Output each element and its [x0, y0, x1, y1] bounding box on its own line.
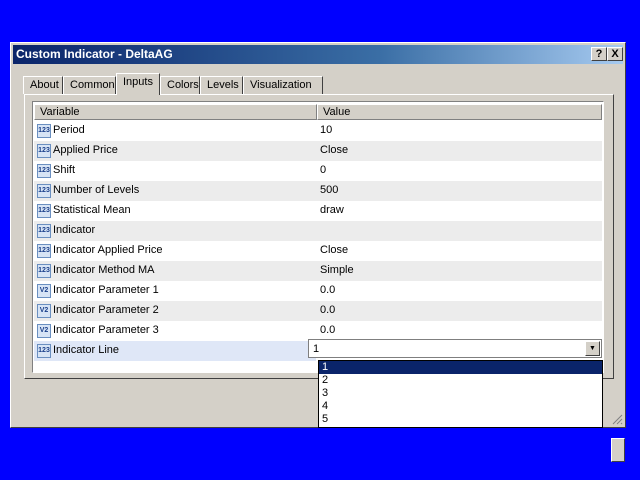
tab-levels[interactable]: Levels [200, 76, 243, 94]
variable-value[interactable]: Simple [320, 264, 354, 276]
variable-name: Indicator [53, 224, 96, 236]
integer-icon: 123 [37, 344, 51, 358]
grid-row[interactable]: 123 Indicator Method MA Simple [34, 261, 602, 281]
variable-value[interactable]: 0.0 [320, 324, 335, 336]
grid-row[interactable]: 123 Indicator [34, 221, 602, 241]
double-icon: V2 [37, 304, 51, 318]
variable-name: Statistical Mean [53, 204, 131, 216]
column-header-value[interactable]: Value [317, 104, 602, 120]
variable-value[interactable]: Close [320, 144, 348, 156]
variable-name: Indicator Method MA [53, 264, 155, 276]
grid-row[interactable]: 123 Indicator Applied Price Close [34, 241, 602, 261]
variable-name: Indicator Applied Price [53, 244, 163, 256]
integer-icon: 123 [37, 144, 51, 158]
column-header-variable[interactable]: Variable [34, 104, 317, 120]
tab-visualization[interactable]: Visualization [243, 76, 323, 94]
tab-label: Common [70, 79, 115, 91]
variable-name: Shift [53, 164, 76, 176]
variable-value[interactable]: 0 [320, 164, 326, 176]
window-title: Custom Indicator - DeltaAG [16, 47, 173, 61]
variable-value[interactable]: draw [320, 204, 344, 216]
double-icon: V2 [37, 324, 51, 338]
integer-icon: 123 [37, 124, 51, 138]
integer-icon: 123 [37, 184, 51, 198]
variable-name: Applied Price [53, 144, 118, 156]
tab-common[interactable]: Common [63, 76, 116, 94]
variable-name: Indicator Line [53, 344, 120, 356]
variable-name: Number of Levels [53, 184, 140, 196]
grid-row[interactable]: V2 Indicator Parameter 2 0.0 [34, 301, 602, 321]
integer-icon: 123 [37, 264, 51, 278]
integer-icon: 123 [37, 224, 51, 238]
close-button[interactable]: X [607, 47, 623, 61]
grid-row[interactable]: 123 Statistical Mean draw [34, 201, 602, 221]
integer-icon: 123 [37, 244, 51, 258]
dropdown-option[interactable]: 5 [319, 413, 602, 426]
chevron-down-icon[interactable]: ▼ [585, 341, 600, 356]
tab-inputs[interactable]: Inputs [116, 73, 160, 95]
tab-label: Visualization [250, 79, 312, 91]
variable-name: Indicator Parameter 3 [53, 324, 159, 336]
inputs-grid: Variable Value 123 Period 10 123 Applied P… [32, 101, 604, 373]
double-icon: V2 [37, 284, 51, 298]
tab-label: About [30, 79, 59, 91]
tab-label: Inputs [123, 76, 153, 88]
tab-label: Levels [207, 79, 239, 91]
grid-row[interactable]: 123 Period 10 [34, 121, 602, 141]
grid-row[interactable]: V2 Indicator Parameter 1 0.0 [34, 281, 602, 301]
integer-icon: 123 [37, 204, 51, 218]
indicator-line-dropdown-list: 1 2 3 4 5 [318, 360, 603, 428]
dropdown-option[interactable]: 3 [319, 387, 602, 400]
dropdown-option[interactable]: 4 [319, 400, 602, 413]
variable-value[interactable]: 10 [320, 124, 332, 136]
grid-row[interactable]: 123 Applied Price Close [34, 141, 602, 161]
variable-name: Indicator Parameter 2 [53, 304, 159, 316]
variable-value[interactable]: 0.0 [320, 284, 335, 296]
grid-row[interactable]: 123 Shift 0 [34, 161, 602, 181]
dropdown-option[interactable]: 1 [319, 361, 602, 374]
help-button[interactable]: ? [591, 47, 607, 61]
tab-colors[interactable]: Colors [160, 76, 200, 94]
tab-about[interactable]: About [23, 76, 63, 94]
variable-name: Indicator Parameter 1 [53, 284, 159, 296]
dropdown-option[interactable]: 2 [319, 374, 602, 387]
grid-header: Variable Value [34, 104, 602, 120]
select-value: 1 [313, 343, 320, 355]
grid-row[interactable]: V2 Indicator Parameter 3 0.0 [34, 321, 602, 341]
variable-value[interactable]: 0.0 [320, 304, 335, 316]
variable-value[interactable]: 500 [320, 184, 338, 196]
indicator-line-select[interactable]: 1 ▼ [308, 339, 602, 358]
variable-value[interactable]: Close [320, 244, 348, 256]
resize-grip-icon[interactable] [612, 414, 623, 425]
integer-icon: 123 [37, 164, 51, 178]
grid-row[interactable]: 123 Number of Levels 500 [34, 181, 602, 201]
ok-button-partial[interactable] [611, 438, 625, 462]
title-bar[interactable]: Custom Indicator - DeltaAG ? X [13, 45, 623, 64]
tab-label: Colors [167, 79, 199, 91]
variable-name: Period [53, 124, 85, 136]
